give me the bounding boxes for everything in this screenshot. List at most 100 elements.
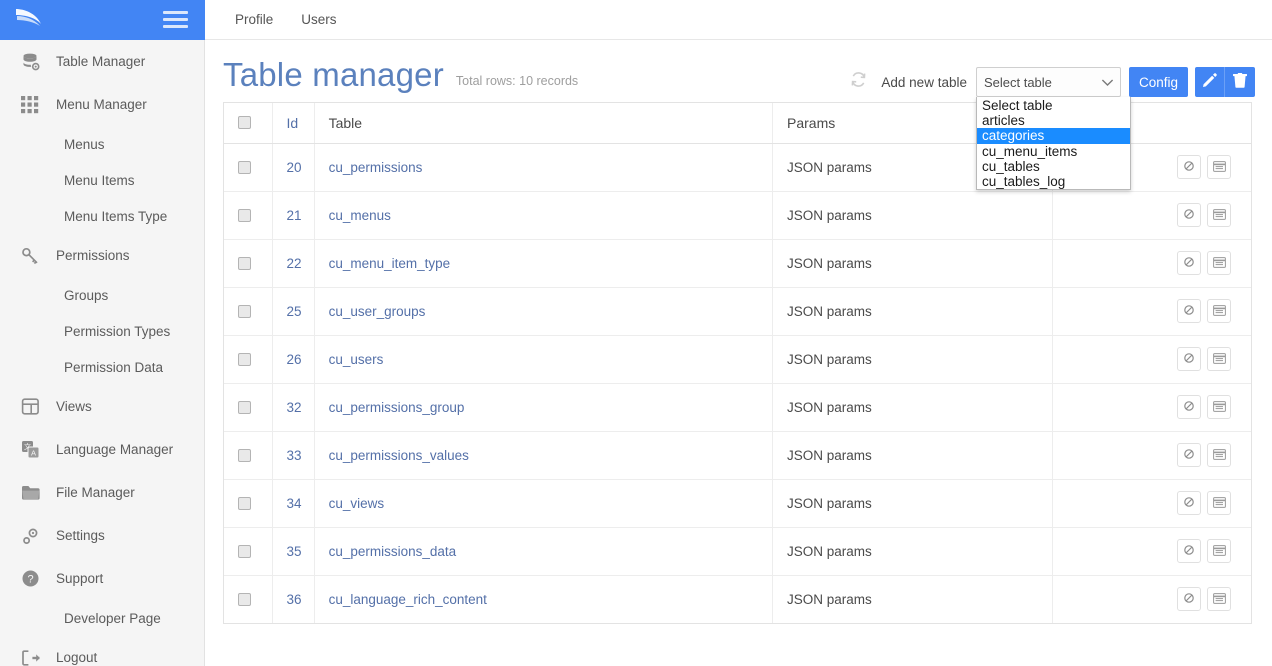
list-view-icon — [1212, 304, 1226, 319]
row-checkbox[interactable] — [238, 592, 251, 606]
select-table-dropdown[interactable]: Select table Select table articles categ… — [975, 67, 1131, 191]
sidebar-item-menu-manager[interactable]: Menu Manager — [0, 83, 204, 126]
row-actions-cell — [1052, 430, 1251, 480]
row-params: JSON params — [772, 382, 1054, 432]
sidebar: Table Manager Menu Manager Menus Menu It… — [0, 40, 205, 666]
row-select-cell — [224, 238, 273, 288]
gears-icon — [21, 525, 47, 547]
no-entry-gear-icon-button[interactable] — [1177, 443, 1201, 467]
list-view-icon-button[interactable] — [1207, 155, 1231, 179]
select-table-option-list[interactable]: Select table articles categories cu_menu… — [975, 97, 1131, 191]
no-entry-gear-icon-button[interactable] — [1177, 251, 1201, 275]
row-select-cell — [224, 430, 273, 480]
row-checkbox[interactable] — [238, 352, 251, 366]
topnav-item-users[interactable]: Users — [287, 0, 350, 40]
sidebar-item-label: Permissions — [56, 248, 130, 263]
sidebar-item-views[interactable]: Views — [0, 385, 204, 428]
question-circle-icon: ? — [21, 568, 47, 590]
table-row: 32 cu_permissions_group JSON params — [224, 382, 1251, 432]
row-actions-cell — [1052, 190, 1251, 240]
list-view-icon-button[interactable] — [1207, 539, 1231, 563]
header-select-all — [224, 103, 273, 144]
no-entry-gear-icon-button[interactable] — [1177, 491, 1201, 515]
row-params: JSON params — [772, 574, 1054, 623]
edit-button[interactable] — [1195, 67, 1225, 97]
sidebar-item-table-manager[interactable]: Table Manager — [0, 40, 204, 83]
header-table: Table — [314, 103, 774, 144]
list-view-icon-button[interactable] — [1207, 491, 1231, 515]
row-checkbox[interactable] — [238, 256, 251, 270]
select-table-box[interactable]: Select table — [975, 67, 1121, 97]
row-table-link[interactable]: cu_permissions_group — [329, 400, 465, 415]
no-entry-gear-icon-button[interactable] — [1177, 203, 1201, 227]
row-table-link[interactable]: cu_views — [329, 496, 385, 511]
sidebar-item-developer-page[interactable]: Developer Page — [0, 600, 204, 636]
sidebar-item-label: Settings — [56, 528, 105, 543]
row-checkbox[interactable] — [238, 400, 251, 414]
no-entry-gear-icon-button[interactable] — [1177, 155, 1201, 179]
row-checkbox[interactable] — [238, 208, 251, 222]
list-view-icon-button[interactable] — [1207, 443, 1231, 467]
sidebar-item-menu-items-type[interactable]: Menu Items Type — [0, 198, 204, 234]
row-actions-cell — [1052, 526, 1251, 576]
sidebar-item-file-manager[interactable]: File Manager — [0, 471, 204, 514]
no-entry-gear-icon — [1183, 400, 1195, 415]
header-toolbar: Add new table Select table Select table … — [850, 67, 1255, 191]
list-view-icon-button[interactable] — [1207, 299, 1231, 323]
row-table-link[interactable]: cu_permissions_data — [329, 544, 457, 559]
sidebar-item-label: Developer Page — [64, 610, 161, 626]
total-rows-label: Total rows: 10 records — [455, 74, 579, 88]
row-checkbox[interactable] — [238, 304, 251, 318]
select-option[interactable]: cu_tables_log — [977, 174, 1130, 189]
select-option[interactable]: cu_menu_items — [977, 144, 1130, 159]
no-entry-gear-icon-button[interactable] — [1177, 539, 1201, 563]
select-all-checkbox[interactable] — [238, 116, 251, 130]
no-entry-gear-icon-button[interactable] — [1177, 347, 1201, 371]
row-checkbox[interactable] — [238, 160, 251, 174]
select-option-selected[interactable]: categories — [976, 128, 1130, 144]
page-header: Table manager Total rows: 10 records Add… — [205, 40, 1272, 191]
select-option[interactable]: articles — [977, 113, 1130, 128]
list-view-icon-button[interactable] — [1207, 395, 1231, 419]
topnav-item-profile[interactable]: Profile — [221, 0, 287, 40]
sidebar-item-groups[interactable]: Groups — [0, 277, 204, 313]
list-view-icon-button[interactable] — [1207, 251, 1231, 275]
no-entry-gear-icon — [1183, 592, 1195, 607]
row-table-link[interactable]: cu_language_rich_content — [329, 592, 487, 607]
row-checkbox[interactable] — [238, 448, 251, 462]
row-table-link[interactable]: cu_menus — [329, 208, 391, 223]
list-view-icon-button[interactable] — [1207, 203, 1231, 227]
row-checkbox[interactable] — [238, 496, 251, 510]
select-option[interactable]: Select table — [977, 98, 1130, 113]
select-option[interactable]: cu_tables — [977, 159, 1130, 174]
sidebar-item-permissions[interactable]: Permissions — [0, 234, 204, 277]
refresh-icon[interactable] — [850, 71, 867, 93]
row-table-link[interactable]: cu_users — [329, 352, 384, 367]
row-table-link[interactable]: cu_user_groups — [329, 304, 426, 319]
row-id: 21 — [272, 190, 315, 240]
no-entry-gear-icon-button[interactable] — [1177, 587, 1201, 612]
config-button[interactable]: Config — [1128, 67, 1188, 97]
row-actions-cell — [1052, 478, 1251, 528]
row-table-link[interactable]: cu_permissions — [329, 160, 423, 175]
row-table-link[interactable]: cu_menu_item_type — [329, 256, 451, 271]
row-checkbox[interactable] — [238, 544, 251, 558]
sidebar-item-permission-types[interactable]: Permission Types — [0, 313, 204, 349]
no-entry-gear-icon-button[interactable] — [1177, 299, 1201, 323]
key-icon — [21, 245, 47, 267]
list-view-icon-button[interactable] — [1207, 347, 1231, 371]
sidebar-item-settings[interactable]: Settings — [0, 514, 204, 557]
no-entry-gear-icon-button[interactable] — [1177, 395, 1201, 419]
sidebar-item-language-manager[interactable]: 文 A Language Manager — [0, 428, 204, 471]
delete-button[interactable] — [1225, 67, 1255, 97]
sidebar-item-support[interactable]: ? Support — [0, 557, 204, 600]
row-table-link[interactable]: cu_permissions_values — [329, 448, 469, 463]
sidebar-item-label: Menu Manager — [56, 97, 147, 112]
sidebar-item-logout[interactable]: Logout — [0, 636, 204, 666]
list-view-icon-button[interactable] — [1207, 587, 1231, 612]
page-title: Table manager — [223, 56, 444, 93]
sidebar-item-permission-data[interactable]: Permission Data — [0, 349, 204, 385]
sidebar-item-menus[interactable]: Menus — [0, 126, 204, 162]
hamburger-icon[interactable] — [163, 11, 188, 28]
sidebar-item-menu-items[interactable]: Menu Items — [0, 162, 204, 198]
